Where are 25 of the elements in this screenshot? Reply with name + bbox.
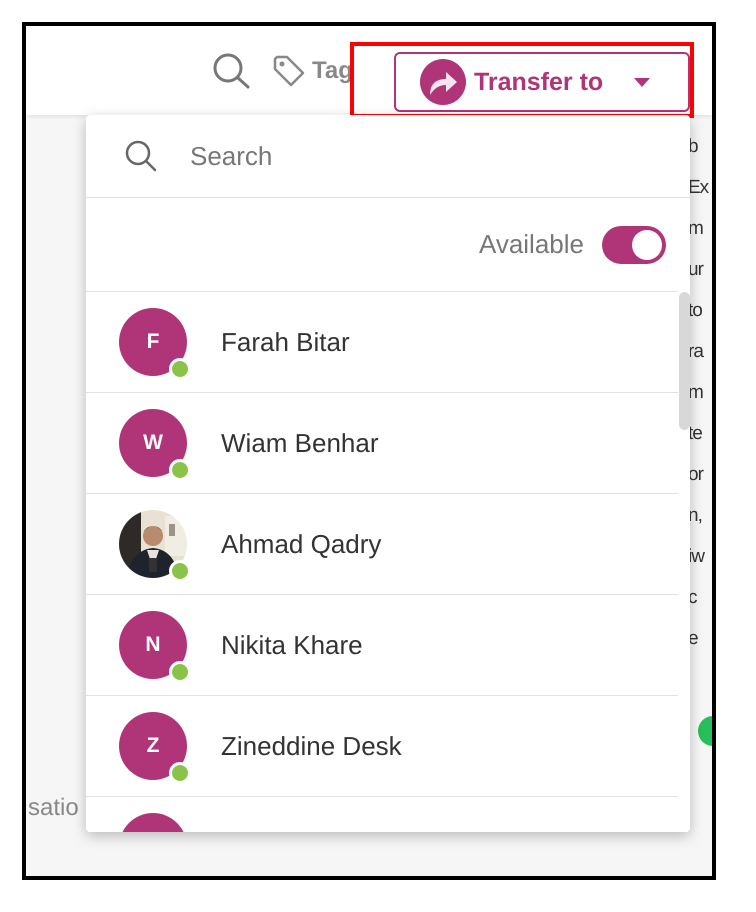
transfer-button[interactable]: Transfer to [394, 52, 690, 112]
scrollbar[interactable] [679, 292, 690, 430]
caret-icon [634, 78, 650, 86]
agent-row[interactable]: Ahmad Qadry [86, 494, 678, 595]
agent-row[interactable]: F Farah Bitar [86, 292, 678, 393]
agent-name[interactable]: Farah Bitar [221, 326, 350, 358]
search-icon[interactable] [212, 52, 252, 90]
agent-row[interactable]: Z Zineddine Desk [86, 696, 678, 797]
side-label: satio [28, 794, 79, 822]
avatar-initial: Z [119, 712, 187, 780]
available-toggle[interactable] [602, 226, 666, 264]
agent-name[interactable]: Wiam Benhar [221, 428, 378, 458]
agent-row[interactable]: N Nikita Khare [86, 595, 678, 696]
avatar-initial: W [119, 409, 187, 477]
search-field[interactable]: Search [188, 140, 572, 172]
tag-button[interactable]: Tag [272, 54, 353, 86]
agent-name[interactable]: Nikita Khare [221, 630, 363, 660]
agent-row[interactable]: W Wiam Benhar [86, 393, 678, 494]
agent-name[interactable]: Zineddine Desk [221, 730, 402, 762]
avatar-initial: N [119, 611, 187, 679]
search-icon [124, 140, 158, 172]
available-label: Available [478, 229, 584, 260]
avatar-initial: F [119, 308, 187, 376]
agent-name[interactable]: Ahmad Qadry [221, 528, 382, 560]
tag-icon [272, 54, 306, 86]
